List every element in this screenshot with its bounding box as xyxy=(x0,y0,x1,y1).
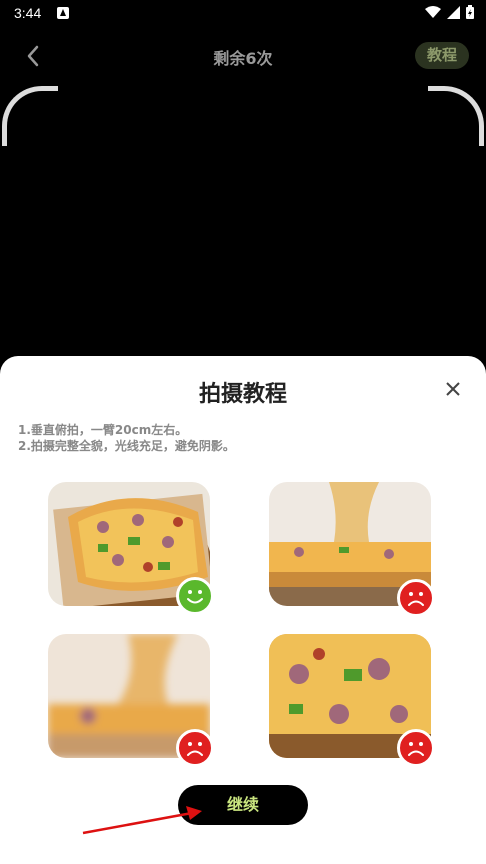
sad-face-icon xyxy=(176,729,214,767)
sheet-title: 拍摄教程 xyxy=(198,382,287,407)
close-button[interactable] xyxy=(442,378,464,400)
instruction-line: 1.垂直俯拍，一臂20cm左右。 xyxy=(18,423,188,437)
camera-header: 剩余6次 教程 xyxy=(0,36,486,76)
status-time: 3:44 xyxy=(14,5,42,21)
wifi-icon xyxy=(425,5,441,18)
tutorial-sheet: 拍摄教程 1.垂直俯拍，一臂20cm左右。 2.拍摄完整全貌，光线充足，避免阴影… xyxy=(0,356,486,864)
notification-icon xyxy=(57,7,69,19)
sad-face-icon xyxy=(397,579,435,617)
instruction-line: 2.拍摄完整全貌，光线充足，避免阴影。 xyxy=(18,439,235,453)
happy-face-icon xyxy=(176,577,214,615)
sad-face-icon xyxy=(397,729,435,767)
close-icon xyxy=(446,382,460,396)
status-bar: 3:44 xyxy=(0,0,486,26)
remaining-count-title: 剩余6次 xyxy=(213,49,273,68)
status-icons xyxy=(425,5,474,19)
annotation-arrow-icon xyxy=(82,806,202,835)
camera-screen: 3:44 剩余6次 教程 拍摄教程 1.垂直俯拍，一臂20cm左右。 2.拍摄完… xyxy=(0,0,486,864)
viewfinder-corner-top-right xyxy=(428,86,484,146)
tutorial-button[interactable]: 教程 xyxy=(414,42,469,69)
viewfinder-corner-top-left xyxy=(2,86,58,146)
instructions: 1.垂直俯拍，一臂20cm左右。 2.拍摄完整全貌，光线充足，避免阴影。 xyxy=(18,422,235,454)
battery-icon xyxy=(466,5,474,19)
signal-icon xyxy=(447,5,460,19)
